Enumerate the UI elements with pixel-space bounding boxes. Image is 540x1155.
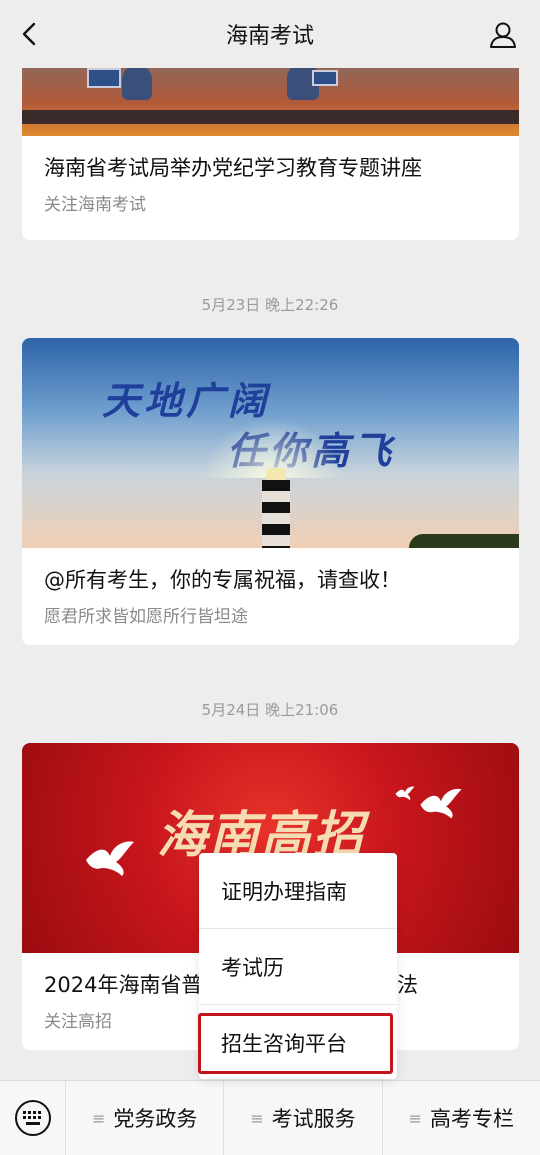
submenu-item-certificate-guide[interactable]: 证明办理指南 [199,853,397,928]
cover-slogan-line1: 天地广阔 [102,379,271,423]
top-nav-bar: 海南考试 [0,0,540,68]
article-subtitle: 愿君所求皆如愿所行皆坦途 [44,607,248,627]
menu-label: 党务政务 [113,1107,198,1131]
hamburger-icon: ≡ [408,1108,423,1128]
hamburger-icon: ≡ [91,1108,106,1128]
dove-icon [86,841,134,876]
keyboard-toggle-button[interactable] [0,1080,66,1155]
page-title: 海南考试 [225,24,314,49]
menu-party-affairs[interactable]: ≡ 党务政务 [66,1080,225,1155]
hamburger-icon: ≡ [250,1108,264,1128]
message-timestamp: 5月23日 晚上22:26 [201,296,339,314]
article-title-end: 法 [397,973,418,997]
article-cover-image: 天地广阔 任你高飞 [22,338,519,548]
article-card[interactable]: 海南省考试局举办党纪学习教育专题讲座 关注海南考试 [22,68,519,240]
article-subtitle: 关注海南考试 [44,195,146,215]
dove-icon [395,786,415,801]
article-cover-image [22,68,519,136]
menu-exam-services[interactable]: ≡ 考试服务 [224,1080,383,1155]
article-title-start: 2024年海南省普 [44,973,203,997]
article-title: @所有考生，你的专属祝福，请查收！ [44,568,401,592]
back-chevron-icon[interactable] [16,20,44,48]
menu-gaokao-column[interactable]: ≡ 高考专栏 [383,1081,540,1155]
bottom-menu-bar: ≡ 党务政务 ≡ 考试服务 ≡ 高考专栏 [0,1080,540,1155]
menu-label: 考试服务 [271,1107,356,1131]
highlight-box [198,1013,393,1074]
keyboard-icon [14,1100,51,1136]
user-profile-icon[interactable] [488,20,518,50]
submenu-item-exam-calendar[interactable]: 考试历 [199,929,397,1004]
message-timestamp: 5月24日 晚上21:06 [201,701,339,719]
menu-label: 高考专栏 [430,1107,515,1131]
article-card[interactable]: 天地广阔 任你高飞 @所有考生，你的专属祝福，请查收！ 愿君所求皆如愿所行皆坦途 [22,338,519,645]
dove-icon [420,788,462,819]
article-title: 海南省考试局举办党纪学习教育专题讲座 [44,156,422,180]
